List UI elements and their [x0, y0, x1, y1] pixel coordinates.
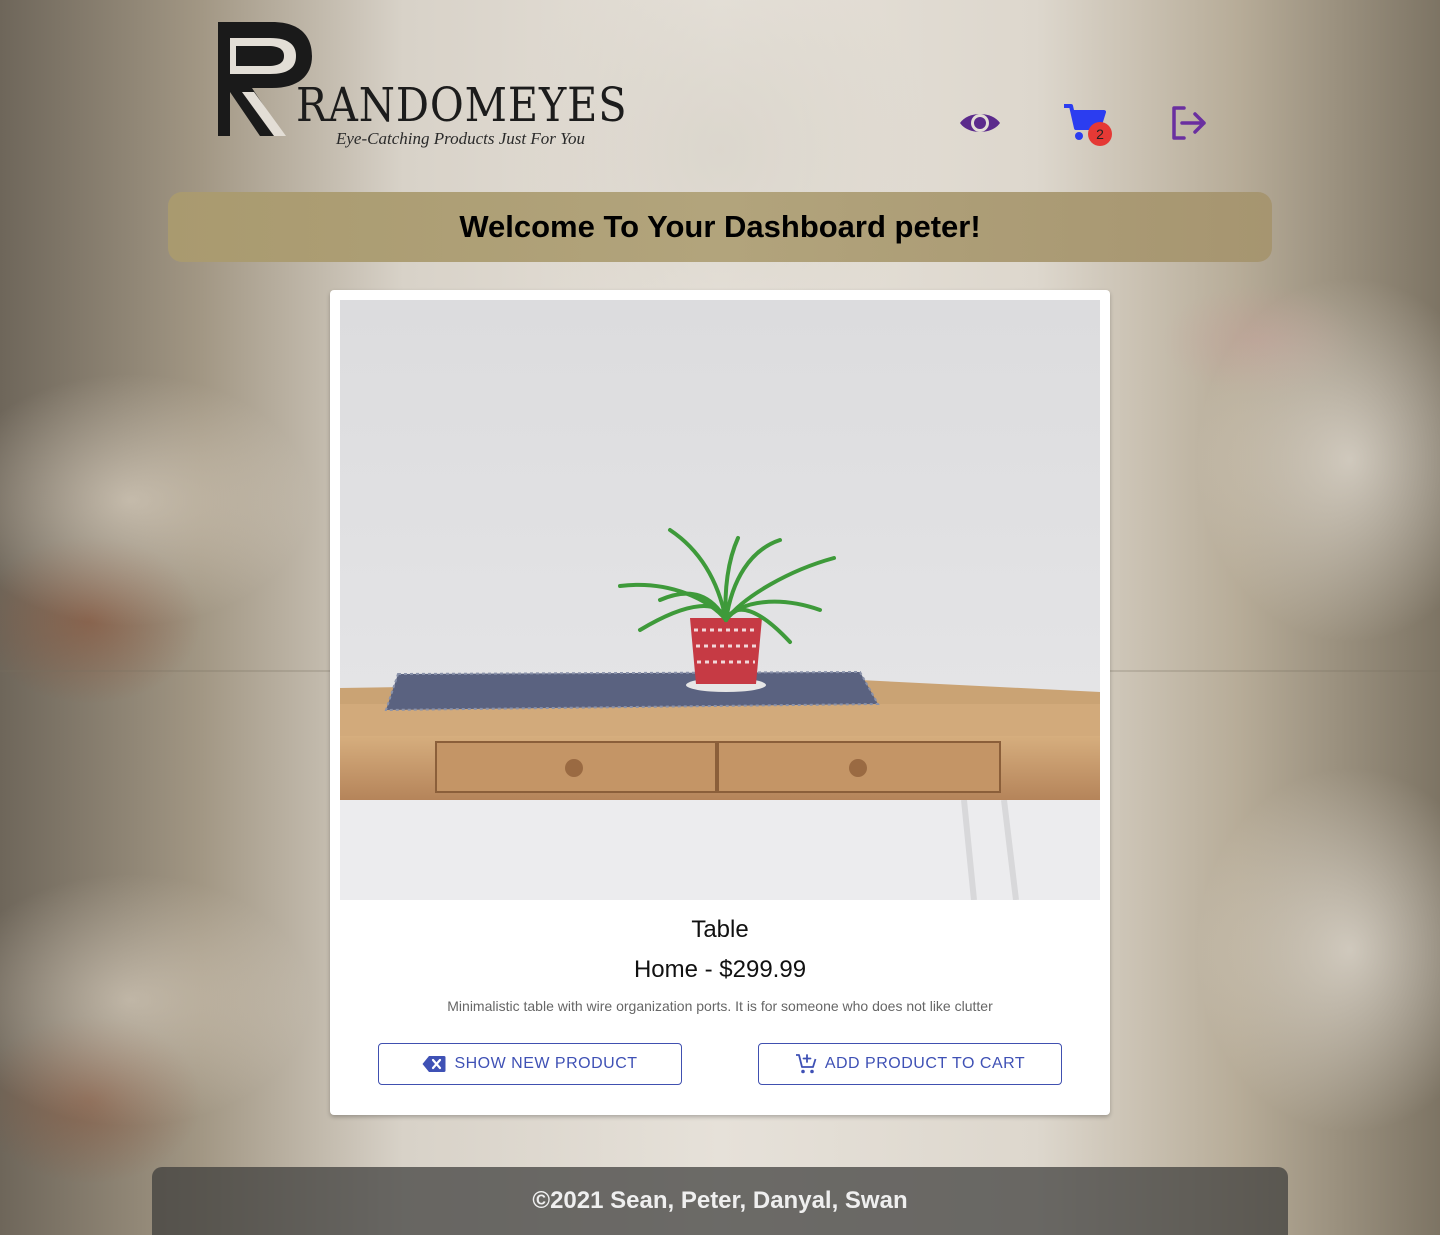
product-image: [340, 300, 1100, 900]
welcome-title: Welcome To Your Dashboard peter!: [459, 209, 981, 244]
add-shopping-cart-icon: [795, 1054, 817, 1074]
add-to-cart-button[interactable]: ADD PRODUCT TO CART: [758, 1043, 1062, 1085]
footer-copyright: ©2021 Sean, Peter, Danyal, Swan: [532, 1187, 908, 1214]
add-to-cart-label: ADD PRODUCT TO CART: [824, 1055, 1026, 1072]
product-card: Table Home - $299.99 Minimalistic table …: [330, 290, 1110, 1115]
welcome-banner: Welcome To Your Dashboard peter!: [168, 192, 1272, 262]
logo-wordmark: RANDOMEYES: [296, 78, 628, 133]
logout-icon[interactable]: [1168, 104, 1208, 142]
eye-icon[interactable]: [958, 106, 1002, 140]
brand-logo[interactable]: RANDOMEYES Eye-Catching Products Just Fo…: [212, 16, 627, 156]
cart-count-badge: 2: [1088, 122, 1112, 146]
footer: ©2021 Sean, Peter, Danyal, Swan: [152, 1167, 1288, 1235]
logo-tagline: Eye-Catching Products Just For You: [336, 129, 585, 148]
show-new-product-button[interactable]: SHOW NEW PRODUCT: [378, 1043, 682, 1085]
product-name: Table: [691, 916, 749, 943]
backspace-icon: [422, 1056, 446, 1072]
product-description: Minimalistic table with wire organizatio…: [447, 998, 993, 1014]
show-new-product-label: SHOW NEW PRODUCT: [454, 1055, 638, 1072]
product-category-price: Home - $299.99: [633, 956, 807, 983]
